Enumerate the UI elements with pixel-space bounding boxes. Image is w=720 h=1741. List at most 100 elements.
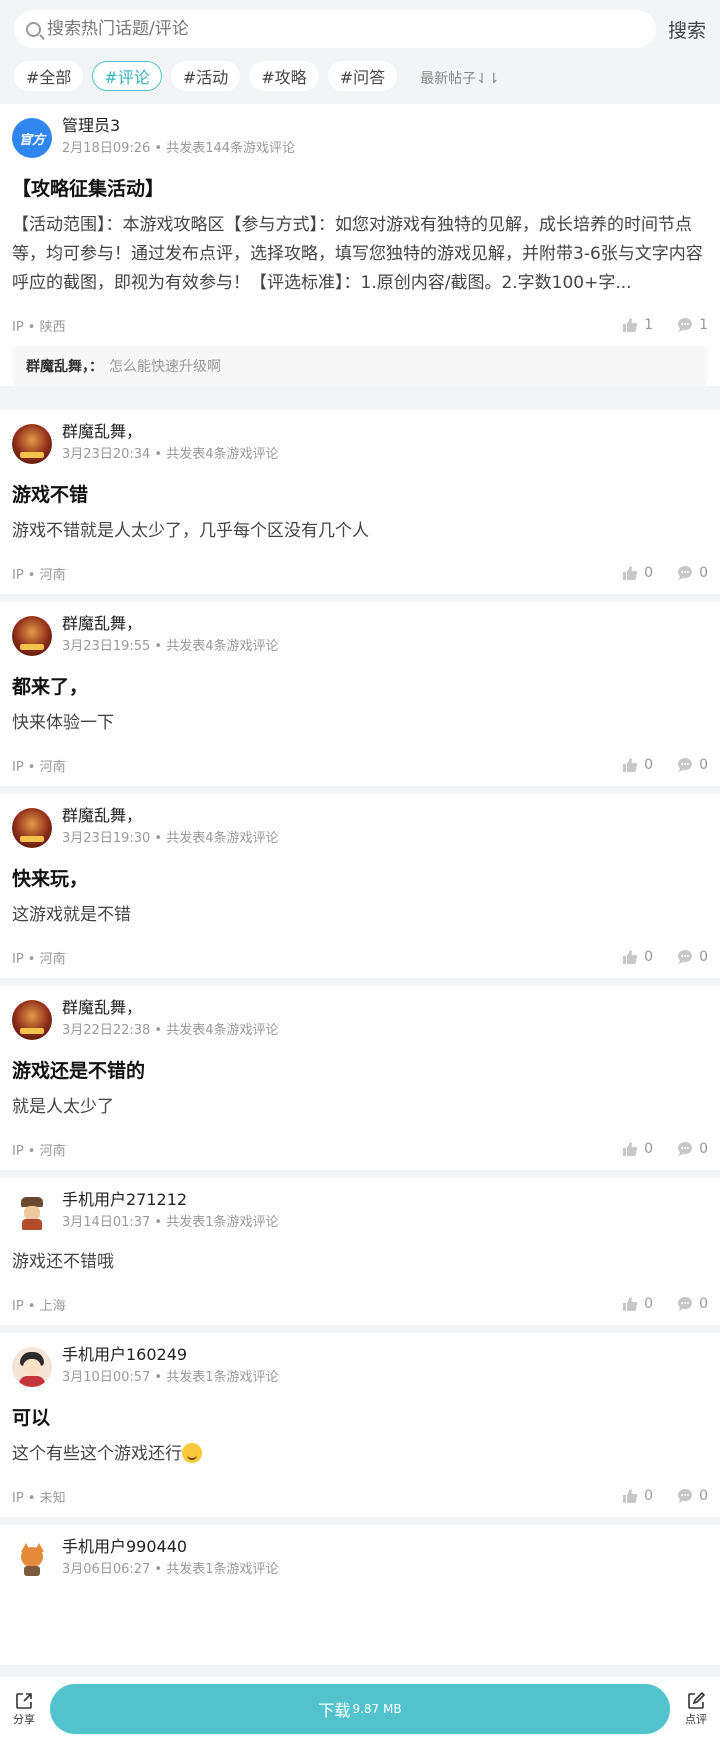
download-label: 下载 <box>318 1701 351 1720</box>
tag-filter-bar: #全部 #评论 #活动 #攻略 #问答 最新帖子⇃⇂ <box>14 61 708 91</box>
comment-button[interactable]: 0 <box>677 1296 708 1312</box>
user-name[interactable]: 群魔乱舞， <box>62 422 278 442</box>
avatar[interactable] <box>12 1000 52 1040</box>
avatar[interactable] <box>12 1347 52 1387</box>
like-count: 0 <box>644 949 654 965</box>
tag-activity[interactable]: #活动 <box>170 61 241 91</box>
user-name[interactable]: 手机用户990440 <box>62 1537 278 1557</box>
post-card[interactable]: 群魔乱舞， 3月23日20:34 • 共发表4条游戏评论 游戏不错 游戏不错就是… <box>0 410 720 594</box>
post-card[interactable]: 群魔乱舞， 3月22日22:38 • 共发表4条游戏评论 游戏还是不错的 就是人… <box>0 986 720 1170</box>
comment-count: 0 <box>699 1141 708 1157</box>
comment-button[interactable]: 0 <box>677 1141 708 1157</box>
search-input[interactable] <box>47 19 607 39</box>
reply-preview[interactable]: 群魔乱舞，： 怎么能快速升级啊 <box>12 346 708 386</box>
comment-icon <box>678 566 693 580</box>
comment-button[interactable]: 0 <box>677 565 708 581</box>
comment-icon <box>678 1142 693 1156</box>
like-button[interactable]: 0 <box>622 1141 653 1157</box>
thumbs-up-icon <box>623 758 638 772</box>
user-name[interactable]: 手机用户160249 <box>62 1345 278 1365</box>
comment-count: 0 <box>699 1296 708 1312</box>
user-name[interactable]: 管理员3 <box>62 116 295 136</box>
post-card[interactable]: 群魔乱舞， 3月23日19:55 • 共发表4条游戏评论 都来了， 快来体验一下… <box>0 602 720 786</box>
comment-icon <box>678 1297 693 1311</box>
post-card[interactable]: 官方 管理员3 2月18日09:26 • 共发表144条游戏评论 【攻略征集活动… <box>0 104 720 386</box>
post-title: 可以 <box>12 1407 51 1429</box>
post-meta: 3月06日06:27 • 共发表1条游戏评论 <box>62 1562 279 1577</box>
sort-dropdown[interactable]: 最新帖子⇃⇂ <box>420 68 499 88</box>
bottom-action-bar: 分享 下载 9.87 MB 点评 <box>0 1677 720 1741</box>
avatar[interactable]: 官方 <box>12 118 52 158</box>
like-count: 0 <box>644 1488 654 1504</box>
post-card[interactable]: 群魔乱舞， 3月23日19:30 • 共发表4条游戏评论 快来玩， 这游戏就是不… <box>0 794 720 978</box>
header: 搜索 #全部 #评论 #活动 #攻略 #问答 最新帖子⇃⇂ <box>0 0 720 104</box>
tag-guide[interactable]: #攻略 <box>249 61 319 91</box>
post-title: 游戏不错 <box>12 484 89 506</box>
post-card[interactable]: 手机用户160249 3月10日00:57 • 共发表1条游戏评论 可以 这个有… <box>0 1333 720 1517</box>
thumbs-up-icon <box>623 1142 638 1156</box>
post-user-row: 官方 管理员3 2月18日09:26 • 共发表144条游戏评论 <box>12 116 708 164</box>
post-title: 【攻略征集活动】 <box>12 178 165 200</box>
post-user-row: 群魔乱舞， 3月23日20:34 • 共发表4条游戏评论 <box>12 422 708 470</box>
avatar[interactable] <box>12 808 52 848</box>
post-meta: 3月23日19:30 • 共发表4条游戏评论 <box>62 831 279 846</box>
avatar[interactable] <box>12 1192 52 1232</box>
tag-qa[interactable]: #问答 <box>327 61 398 91</box>
like-button[interactable]: 0 <box>622 1296 653 1312</box>
tag-review[interactable]: #评论 <box>92 61 162 91</box>
thumbs-up-icon <box>623 1489 638 1503</box>
post-card[interactable]: 手机用户990440 3月06日06:27 • 共发表1条游戏评论 <box>0 1525 720 1665</box>
page: 搜索 #全部 #评论 #活动 #攻略 #问答 最新帖子⇃⇂ 官方 管理员3 2月… <box>0 0 720 1741</box>
post-footer: IP • 河南 0 0 <box>12 936 708 978</box>
user-name[interactable]: 群魔乱舞， <box>62 806 278 826</box>
post-user-row: 群魔乱舞， 3月22日22:38 • 共发表4条游戏评论 <box>12 998 708 1046</box>
reply-user-name: 群魔乱舞，： <box>26 359 103 375</box>
share-button[interactable]: 分享 <box>6 1691 42 1727</box>
tag-all[interactable]: #全部 <box>14 61 84 91</box>
comment-button[interactable]: 0 <box>677 757 708 773</box>
search-row: 搜索 <box>14 10 708 48</box>
post-footer: IP • 河南 0 0 <box>12 552 708 594</box>
like-button[interactable]: 0 <box>622 1488 653 1504</box>
avatar[interactable] <box>12 616 52 656</box>
post-body: 游戏还不错哦 <box>12 1252 114 1272</box>
post-title: 游戏还是不错的 <box>12 1060 146 1082</box>
review-button[interactable]: 点评 <box>678 1691 714 1727</box>
post-meta: 3月22日22:38 • 共发表4条游戏评论 <box>62 1023 279 1038</box>
user-name[interactable]: 群魔乱舞， <box>62 998 278 1018</box>
download-button[interactable]: 下载 9.87 MB <box>50 1684 670 1734</box>
post-user-row: 群魔乱舞， 3月23日19:30 • 共发表4条游戏评论 <box>12 806 708 854</box>
post-footer: IP • 河南 0 0 <box>12 744 708 786</box>
download-size: 9.87 MB <box>352 1702 402 1716</box>
post-body: 游戏不错就是人太少了，几乎每个区没有几个人 <box>12 521 369 541</box>
ip-location: IP • 上海 <box>12 1298 66 1314</box>
like-button[interactable]: 0 <box>622 757 653 773</box>
like-button[interactable]: 0 <box>622 565 653 581</box>
like-count: 1 <box>644 317 654 333</box>
like-button[interactable]: 0 <box>622 949 653 965</box>
like-button[interactable]: 1 <box>622 317 653 333</box>
like-count: 0 <box>644 565 654 581</box>
post-meta: 3月14日01:37 • 共发表1条游戏评论 <box>62 1215 279 1230</box>
avatar[interactable] <box>12 424 52 464</box>
thumbs-up-icon <box>623 950 638 964</box>
post-meta: 3月23日19:55 • 共发表4条游戏评论 <box>62 639 279 654</box>
comment-count: 1 <box>699 317 708 333</box>
user-name[interactable]: 群魔乱舞， <box>62 614 278 634</box>
comment-button[interactable]: 1 <box>677 317 708 333</box>
ip-location: IP • 河南 <box>12 567 66 583</box>
grin-emoji-icon <box>182 1443 202 1463</box>
comment-button[interactable]: 0 <box>677 949 708 965</box>
user-name[interactable]: 手机用户271212 <box>62 1190 278 1210</box>
avatar[interactable] <box>12 1539 52 1579</box>
comment-count: 0 <box>699 949 708 965</box>
thumbs-up-icon <box>623 318 638 332</box>
post-body: 就是人太少了 <box>12 1097 114 1117</box>
search-box[interactable] <box>14 10 656 48</box>
post-card[interactable]: 手机用户271212 3月14日01:37 • 共发表1条游戏评论 游戏还不错哦… <box>0 1178 720 1325</box>
search-button[interactable]: 搜索 <box>668 16 706 43</box>
comment-button[interactable]: 0 <box>677 1488 708 1504</box>
post-meta: 2月18日09:26 • 共发表144条游戏评论 <box>62 141 296 156</box>
post-footer: IP • 上海 0 0 <box>12 1283 708 1325</box>
comment-icon <box>678 758 693 772</box>
